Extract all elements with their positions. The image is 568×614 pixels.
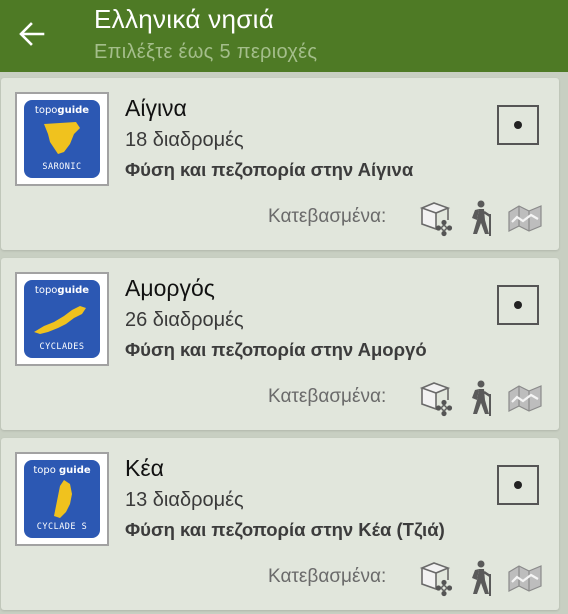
checkbox-dot: [514, 121, 522, 129]
select-checkbox[interactable]: [497, 285, 539, 325]
downloaded-label: Κατεβασμένα:: [268, 206, 387, 227]
logo-region: CYCLADE S: [36, 522, 88, 532]
logo-region: SARONIC: [42, 162, 82, 172]
island-card-aigina[interactable]: topoguide SARONIC Αίγινα 18 διαδρομές Φύ…: [1, 78, 559, 250]
island-name: Αίγινα: [125, 95, 187, 121]
topoguide-logo: topo guide CYCLADE S: [24, 460, 100, 538]
route-count: 13 διαδρομές: [125, 489, 244, 511]
select-checkbox[interactable]: [497, 465, 539, 505]
checkbox-dot: [514, 481, 522, 489]
hiking-icon: [472, 380, 491, 416]
hiking-icon: [472, 200, 491, 236]
map-icon: [508, 205, 542, 232]
island-list: topoguide SARONIC Αίγινα 18 διαδρομές Φύ…: [0, 72, 568, 614]
flora-guide-icon: [419, 382, 453, 417]
island-description: Φύση και πεζοπορία στην Αμοργό: [125, 339, 427, 360]
checkbox-dot: [514, 301, 522, 309]
island-name: Αμοργός: [125, 275, 215, 301]
select-checkbox[interactable]: [497, 105, 539, 145]
app-bar: Ελληνικά νησιά Επιλέξτε έως 5 περιοχές: [0, 0, 568, 72]
page-title: Ελληνικά νησιά: [94, 4, 275, 34]
island-thumbnail: topo guide CYCLADE S: [15, 452, 109, 546]
logo-region: CYCLADES: [39, 342, 85, 352]
downloaded-label: Κατεβασμένα:: [268, 386, 387, 407]
back-arrow-icon: [19, 22, 45, 46]
page-subtitle: Επιλέξτε έως 5 περιοχές: [94, 41, 318, 63]
back-button[interactable]: [12, 14, 52, 54]
island-thumbnail: topoguide CYCLADES: [15, 272, 109, 366]
flora-guide-icon: [419, 562, 453, 597]
topoguide-logo: topoguide CYCLADES: [24, 280, 100, 358]
route-count: 18 διαδρομές: [125, 129, 244, 151]
map-icon: [508, 565, 542, 592]
island-card-amorgos[interactable]: topoguide CYCLADES Αμοργός 26 διαδρομές …: [1, 258, 559, 430]
island-thumbnail: topoguide SARONIC: [15, 92, 109, 186]
flora-guide-icon: [419, 202, 453, 237]
island-name: Κέα: [125, 455, 164, 481]
island-card-kea[interactable]: topo guide CYCLADE S Κέα 13 διαδρομές Φύ…: [1, 438, 559, 610]
route-count: 26 διαδρομές: [125, 309, 244, 331]
downloaded-label: Κατεβασμένα:: [268, 566, 387, 587]
hiking-icon: [472, 560, 491, 596]
island-description: Φύση και πεζοπορία στην Αίγινα: [125, 159, 414, 180]
island-description: Φύση και πεζοπορία στην Κέα (Τζιά): [125, 519, 445, 540]
topoguide-logo: topoguide SARONIC: [24, 100, 100, 178]
map-icon: [508, 385, 542, 412]
